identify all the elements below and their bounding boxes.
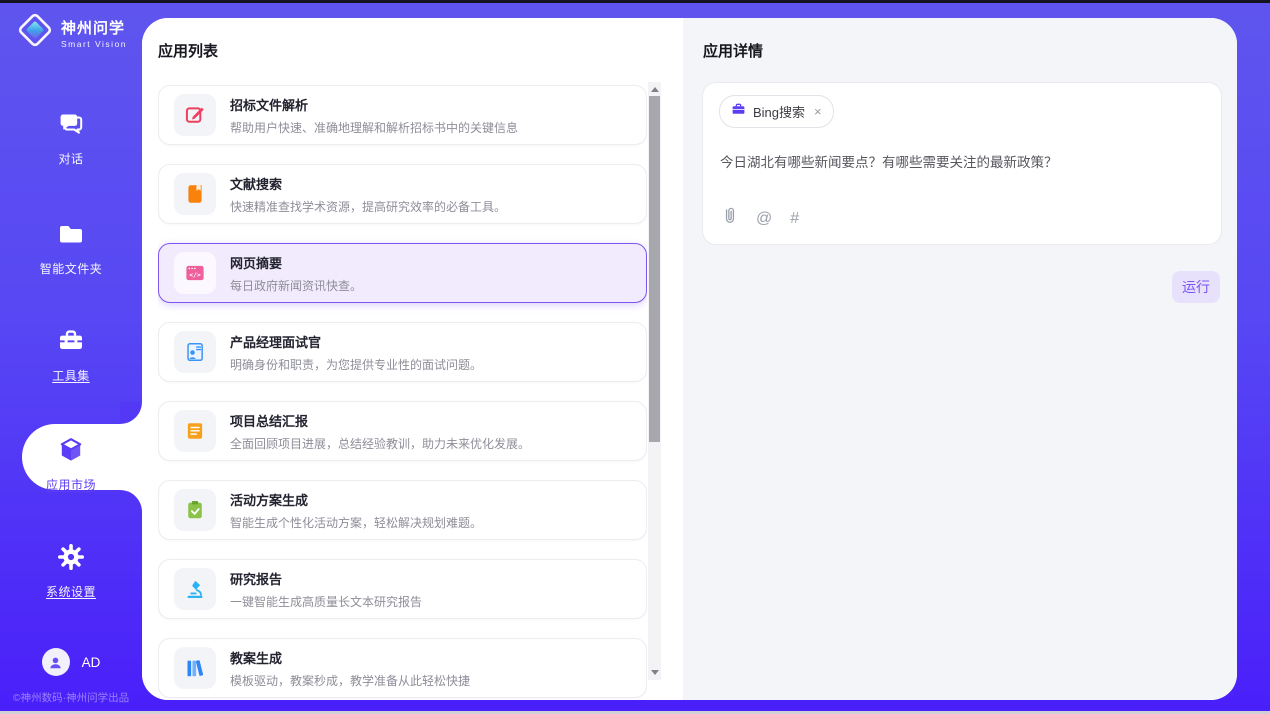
input-toolbar: @ # [720,206,799,231]
sidebar-item-system-settings[interactable]: 系统设置 [0,543,142,600]
books-icon [174,647,216,689]
app-list: 招标文件解析 帮助用户快速、准确地理解和解析招标书中的关键信息 文献搜索 快速精… [158,82,647,700]
brand-logo: 神州问学 Smart Vision [16,11,127,54]
app-card-event-plan[interactable]: 活动方案生成 智能生成个性化活动方案，轻松解决规划难题。 [158,480,647,540]
brand-name: 神州问学 [61,17,127,38]
app-card-description: 智能生成个性化活动方案，轻松解决规划难题。 [230,514,482,531]
document-edit-icon [174,94,216,136]
sidebar-footer-text: ©神州数码·神州问学出品 [0,690,142,705]
app-card-lesson-plan[interactable]: 教案生成 模板驱动，教案秒成，教学准备从此轻松快捷 [158,638,647,698]
prompt-input-card[interactable]: Bing搜索 × 今日湖北有哪些新闻要点？有哪些需要关注的最新政策？ @ # [702,82,1222,245]
app-card-pm-interviewer[interactable]: 产品经理面试官 明确身份和职责，为您提供专业性的面试问题。 [158,322,647,382]
browser-code-icon: </> [174,252,216,294]
bubble-bottom-notch [120,490,142,512]
sidebar-item-smart-folder[interactable]: 智能文件夹 [0,220,142,277]
app-card-description: 帮助用户快速、准确地理解和解析招标书中的关键信息 [230,119,518,136]
app-card-title: 研究报告 [230,569,422,588]
app-card-description: 明确身份和职责，为您提供专业性的面试问题。 [230,356,482,373]
sidebar-item-label: 对话 [58,150,83,167]
brand-tagline: Smart Vision [61,39,127,49]
diamond-logo-icon [16,11,54,54]
sidebar-item-app-market[interactable]: 应用市场 [0,436,142,493]
app-card-description: 每日政府新闻资讯快查。 [230,277,362,294]
sidebar-item-label: 系统设置 [46,583,96,600]
app-detail-title: 应用详情 [703,40,763,61]
tool-chip-bing-search[interactable]: Bing搜索 × [719,95,834,128]
app-card-description: 快速精准查找学术资源，提高研究效率的必备工具。 [230,198,506,215]
sidebar-item-label: 应用市场 [46,476,96,493]
scroll-up-arrow-icon[interactable] [648,83,661,96]
app-card-title: 产品经理面试官 [230,332,482,351]
app-card-literature-search[interactable]: 文献搜索 快速精准查找学术资源，提高研究效率的必备工具。 [158,164,647,224]
app-window: 应用列表 招标文件解析 帮助用户快速、准确地理解和解析招标书中的关键信息 [0,0,1270,714]
window-top-border [0,0,1270,3]
app-list-panel: 应用列表 招标文件解析 帮助用户快速、准确地理解和解析招标书中的关键信息 [142,18,683,700]
tool-chip-label: Bing搜索 [753,102,805,121]
note-icon [174,410,216,452]
sidebar-item-label: 智能文件夹 [40,260,103,277]
app-card-research-report[interactable]: 研究报告 一键智能生成高质量长文本研究报告 [158,559,647,619]
user-row[interactable]: AD [0,648,142,676]
sidebar-item-toolset[interactable]: 工具集 [0,327,142,384]
svg-text:</>: </> [189,271,201,279]
app-list-scrollbar[interactable] [648,82,661,680]
gear-icon [57,543,85,576]
microscope-icon [174,568,216,610]
query-text[interactable]: 今日湖北有哪些新闻要点？有哪些需要关注的最新政策？ [720,151,1205,171]
app-card-description: 一键智能生成高质量长文本研究报告 [230,593,422,610]
app-list-title: 应用列表 [158,40,218,61]
interview-person-icon [174,331,216,373]
app-card-title: 活动方案生成 [230,490,482,509]
app-card-description: 全面回顾项目进展，总结经验教训，助力未来优化发展。 [230,435,530,452]
cube-icon [57,436,85,469]
scroll-down-arrow-icon[interactable] [648,666,661,679]
bubble-top-notch [120,402,142,424]
app-card-title: 项目总结汇报 [230,411,530,430]
folder-icon [57,220,85,253]
sidebar-item-chat[interactable]: 对话 [0,110,142,167]
app-card-title: 招标文件解析 [230,95,518,114]
main-content: 应用列表 招标文件解析 帮助用户快速、准确地理解和解析招标书中的关键信息 [142,18,1237,700]
avatar[interactable] [42,648,70,676]
app-card-project-summary[interactable]: 项目总结汇报 全面回顾项目进展，总结经验教训，助力未来优化发展。 [158,401,647,461]
hash-icon[interactable]: # [790,210,799,228]
run-button[interactable]: 运行 [1172,271,1220,303]
user-name: AD [82,655,101,670]
app-card-title: 文献搜索 [230,174,506,193]
app-card-title: 教案生成 [230,648,470,667]
app-card-title: 网页摘要 [230,253,362,272]
briefcase-icon [731,102,746,122]
scrollbar-thumb[interactable] [649,96,660,442]
app-card-bid-document-analysis[interactable]: 招标文件解析 帮助用户快速、准确地理解和解析招标书中的关键信息 [158,85,647,145]
book-icon [174,173,216,215]
clipboard-check-icon [174,489,216,531]
mention-icon[interactable]: @ [756,210,772,228]
sidebar: 神州问学 Smart Vision 对话 智能文件夹 [0,0,142,714]
app-card-webpage-summary[interactable]: </> 网页摘要 每日政府新闻资讯快查。 [158,243,647,303]
app-card-description: 模板驱动，教案秒成，教学准备从此轻松快捷 [230,672,470,689]
app-detail-panel: 应用详情 Bing搜索 × 今日湖北有哪些新闻要点？有哪些需要关注的最新政策？ [683,18,1237,700]
chat-icon [57,110,85,143]
sidebar-item-label: 工具集 [52,367,90,384]
toolbox-icon [57,327,85,360]
chip-close-icon[interactable]: × [814,105,822,118]
attachment-icon[interactable] [720,206,738,231]
